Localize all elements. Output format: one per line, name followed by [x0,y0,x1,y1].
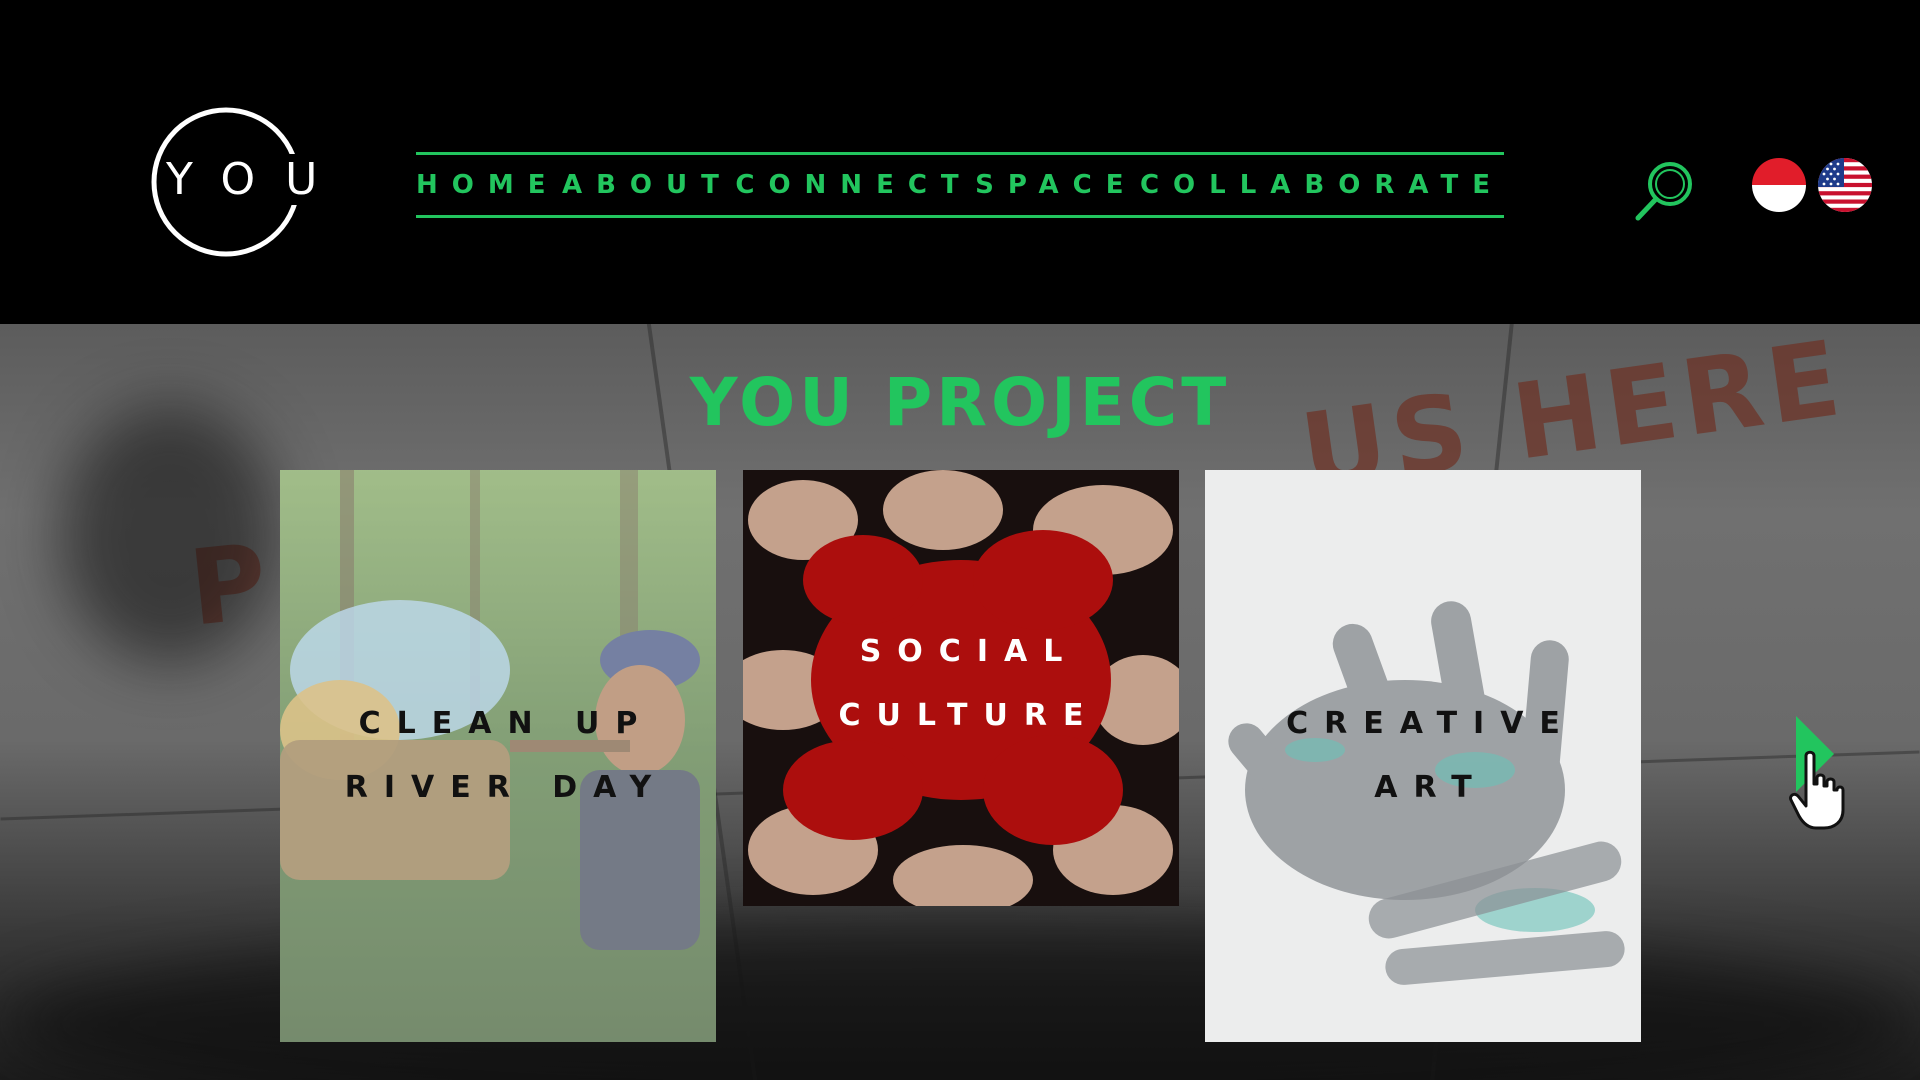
card-title-line-2: CULTURE [838,698,1100,733]
project-card-clean-up-river-day[interactable]: CLEAN UP RIVER DAY [280,470,716,1042]
card-title-line-1: CLEAN UP [358,706,654,741]
indonesia-flag-icon[interactable] [1752,158,1806,212]
card-title-line-1: CREATIVE [1286,706,1576,741]
site-header: YOU HOME ABOUT CONNECT SPACE COLLABORATE [0,0,1920,324]
nav-home[interactable]: HOME [416,170,560,200]
nav-space[interactable]: SPACE [975,170,1137,200]
card-title-line-2: RIVER DAY [344,770,668,805]
main-nav: HOME ABOUT CONNECT SPACE COLLABORATE [416,152,1504,218]
search-icon[interactable] [1632,158,1698,224]
page: YOU HOME ABOUT CONNECT SPACE COLLABORATE [0,0,1920,1080]
project-card-creative-art[interactable]: CREATIVE ART [1205,470,1641,1042]
nav-connect[interactable]: CONNECT [735,170,972,200]
nav-collaborate[interactable]: COLLABORATE [1140,170,1504,200]
card-title-line-1: SOCIAL [859,634,1079,669]
usa-flag-icon[interactable] [1818,158,1872,212]
nav-about[interactable]: ABOUT [562,170,733,200]
logo-text: YOU [166,154,348,205]
project-card-social-culture[interactable]: SOCIAL CULTURE [743,470,1179,906]
hand-cursor-icon [1786,748,1846,832]
section-title: YOU PROJECT [689,364,1231,441]
background-shadow [60,404,280,664]
card-title-line-2: ART [1374,770,1488,805]
you-logo[interactable]: YOU [136,106,348,258]
